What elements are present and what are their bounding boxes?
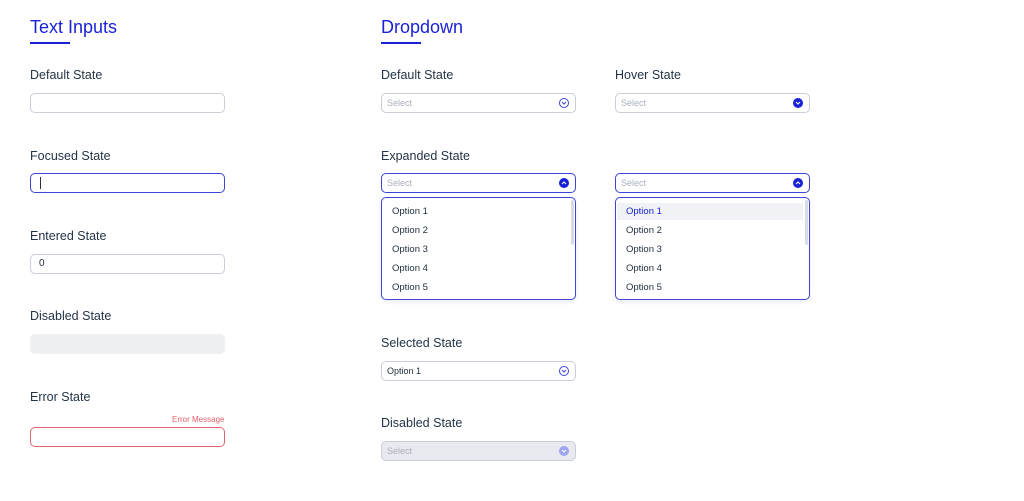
focused-state-label: Focused State <box>30 149 111 163</box>
dropdown-option[interactable]: Option 2 <box>617 222 803 239</box>
dropdown-hover-label: Hover State <box>615 68 682 82</box>
text-inputs-title-text: Text Inputs <box>30 17 118 37</box>
chevron-down-icon <box>559 366 569 376</box>
error-state-label: Error State <box>30 390 91 404</box>
chevron-down-icon <box>559 446 569 456</box>
default-state-label: Default State <box>30 68 103 82</box>
select-placeholder: Select <box>387 178 413 188</box>
entered-state-label: Entered State <box>30 229 107 243</box>
select-value: Option 1 <box>387 366 422 376</box>
default-text-input[interactable] <box>30 93 225 113</box>
dropdown-option[interactable]: Option 5 <box>617 279 803 296</box>
text-inputs-title: Text Inputs <box>30 16 118 44</box>
dropdown-selected-label: Selected State <box>381 336 463 350</box>
options-scrollbar[interactable] <box>805 200 808 245</box>
select-placeholder: Select <box>621 98 647 108</box>
dropdown-disabled-label: Disabled State <box>381 416 463 430</box>
text-caret <box>40 177 41 189</box>
dropdown-option[interactable]: Option 3 <box>383 241 569 258</box>
select-placeholder: Select <box>387 98 413 108</box>
select-placeholder: Select <box>387 446 413 456</box>
dropdown-option[interactable]: Option 3 <box>617 241 803 258</box>
dropdown-title: Dropdown <box>381 16 464 44</box>
chevron-up-icon <box>559 178 569 188</box>
focused-text-input[interactable] <box>30 173 225 193</box>
dropdown-option-hovered[interactable]: Option 1 <box>617 203 803 220</box>
title-underline <box>30 42 70 44</box>
dropdown-default-label: Default State <box>381 68 454 82</box>
selected-select[interactable]: Option 1 <box>381 361 576 381</box>
dropdown-option[interactable]: Option 4 <box>617 260 803 277</box>
select-placeholder: Select <box>621 178 647 188</box>
error-message: Error Message <box>172 415 225 424</box>
expanded-hover-options-list: Option 1 Option 2 Option 3 Option 4 Opti… <box>615 197 810 300</box>
entered-text-input[interactable]: 0 <box>30 254 225 274</box>
dropdown-option[interactable]: Option 5 <box>383 279 569 296</box>
expanded-select[interactable]: Select <box>381 173 576 193</box>
chevron-up-icon <box>793 178 803 188</box>
options-scrollbar[interactable] <box>571 200 574 245</box>
dropdown-option[interactable]: Option 4 <box>383 260 569 277</box>
disabled-state-label: Disabled State <box>30 309 112 323</box>
expanded-hover-select[interactable]: Select <box>615 173 810 193</box>
default-select[interactable]: Select <box>381 93 576 113</box>
disabled-text-input <box>30 334 225 354</box>
error-text-input[interactable] <box>30 427 225 447</box>
hover-select[interactable]: Select <box>615 93 810 113</box>
title-underline <box>381 42 421 44</box>
dropdown-title-text: Dropdown <box>381 17 464 37</box>
expanded-options-list: Option 1 Option 2 Option 3 Option 4 Opti… <box>381 197 576 300</box>
dropdown-expanded-label: Expanded State <box>381 149 470 163</box>
chevron-down-icon <box>793 98 803 108</box>
dropdown-option[interactable]: Option 1 <box>383 203 569 220</box>
dropdown-option[interactable]: Option 2 <box>383 222 569 239</box>
disabled-select: Select <box>381 441 576 461</box>
chevron-down-icon <box>559 98 569 108</box>
